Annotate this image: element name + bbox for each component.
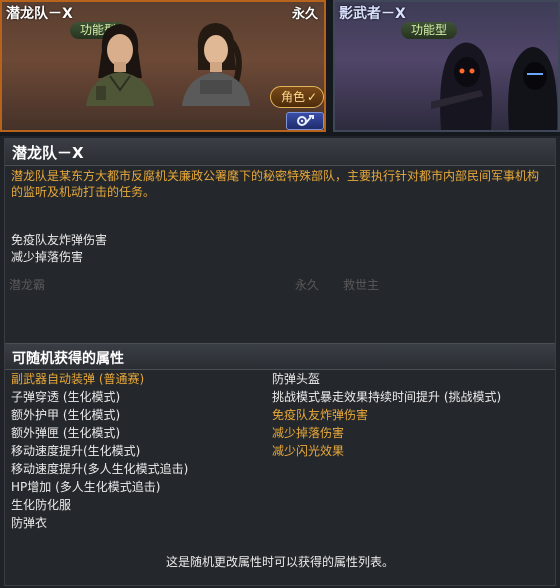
feature-item: 减少掉落伤害 [11,250,84,264]
attribute-item: 移动速度提升(多人生化模式追击) [11,462,189,476]
attribute-item: 免疫队友炸弹伤害 [272,408,369,422]
hooded-soldier-portrait-1 [431,42,492,130]
attribute-item: 额外护甲 (生化模式) [11,408,121,422]
background-label: 救世主 [343,278,380,292]
attribute-item: 生化防化服 [11,498,72,512]
attribute-item: 移动速度提升(生化模式) [11,444,141,458]
attribute-item: 额外弹匣 (生化模式) [11,426,121,440]
character-detail-panel: 潜龙队－X 潜龙队是某东方大都市反腐机关廉政公署麾下的秘密特殊部队，主要执行针对… [4,138,556,586]
attributes-header: 可随机获得的属性 [5,343,555,370]
feature-item: 免疫队友炸弹伤害 [11,233,108,247]
check-icon: ✓ [306,90,317,104]
character-title: 潜龙队－X [12,144,84,162]
attribute-item: HP增加 (多人生化模式追击) [11,480,161,494]
attribute-item: 子弹穿透 (生化模式) [11,390,121,404]
background-label: 永久 [295,278,320,292]
detail-header: 潜龙队－X [5,139,555,166]
attribute-item: 减少闪光效果 [272,444,345,458]
hooded-soldier-portrait-2 [508,47,558,130]
role-button[interactable]: 角色 ✓ [270,86,324,108]
customize-button[interactable] [286,112,324,130]
character-description: 潜龙队是某东方大都市反腐机关廉政公署麾下的秘密特殊部队，主要执行针对都市内部民间… [11,169,540,199]
attribute-item: 副武器自动装弹 (普通赛) [11,372,145,386]
card-title: 潜龙队－X [6,6,73,22]
background-label: 潜龙霸 [9,278,46,292]
attribute-item: 防弹衣 [11,516,48,530]
attribute-item: 防弹头盔 [272,372,321,386]
attributes-footer-note: 这是随机更改属性时可以获得的属性列表。 [165,555,394,569]
character-card-qianlongdui[interactable]: 潜龙队－X 永久 功能型 角色 ✓ [0,0,326,132]
soldier-portrait-female-2 [182,23,250,106]
role-button-label: 角色 [281,90,306,104]
permanent-label: 永久 [291,7,318,22]
attributes-title: 可随机获得的属性 [12,351,124,367]
attribute-item: 减少掉落伤害 [272,426,345,440]
card-title: 影武者－X [339,6,406,22]
wrench-gear-icon [297,115,314,126]
character-card-strip: 潜龙队－X 永久 功能型 角色 ✓ 影武者－X 功能型 [0,0,560,136]
character-card-yingwuzhe[interactable]: 影武者－X 功能型 [333,0,560,132]
attribute-item: 挑战模式暴走效果持续时间提升 (挑战模式) [272,390,502,404]
soldier-portrait-female-1 [86,24,154,106]
